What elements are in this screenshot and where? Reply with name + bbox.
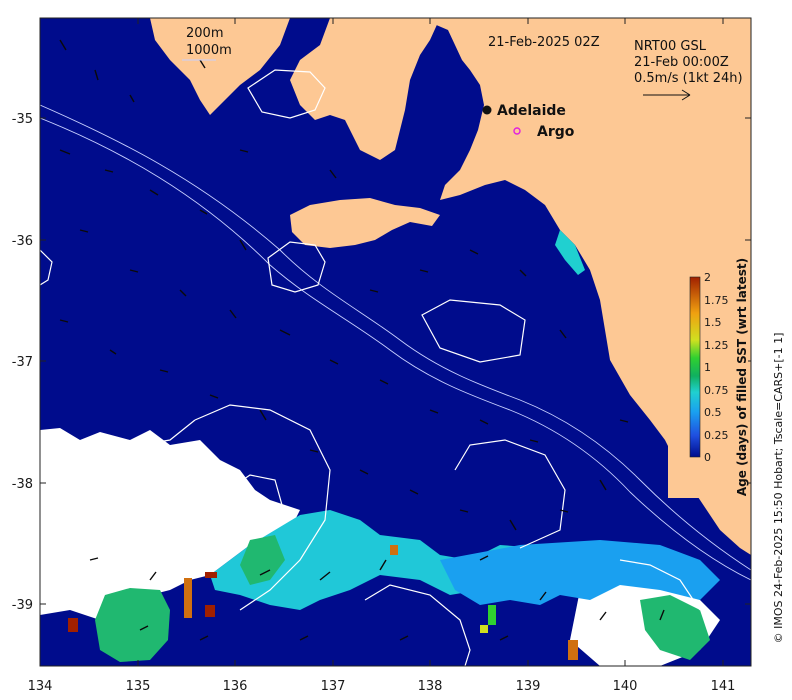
- y-tick-label: -35: [12, 112, 33, 127]
- colorbar-tick: 1.25: [704, 339, 729, 352]
- y-tick-label: -39: [12, 598, 33, 613]
- analysis-time: 21-Feb 00:00Z: [634, 55, 729, 70]
- colorbar-tick: 0: [704, 451, 711, 464]
- x-tick-label: 135: [126, 679, 151, 694]
- x-tick-label: 137: [321, 679, 346, 694]
- y-tick-label: -36: [12, 234, 33, 249]
- colorbar-tick: 1.75: [704, 294, 729, 307]
- x-tick-label: 140: [613, 679, 638, 694]
- sst-age-map-figure: Adelaide Argo 200m 1000m 21-Feb-2025 02Z…: [12, 17, 785, 694]
- colorbar-tick: 1: [704, 361, 711, 374]
- colorbar-gradient: [689, 276, 701, 458]
- credit-line: © IMOS 24-Feb-2025 15:50 Hobart; Tscale=…: [772, 333, 785, 644]
- scale-vector-label: 0.5m/s (1kt 24h): [634, 71, 743, 86]
- adelaide-marker: [482, 105, 492, 115]
- x-tick-label: 141: [711, 679, 736, 694]
- x-tick-label: 136: [223, 679, 248, 694]
- x-tick-label: 134: [28, 679, 53, 694]
- y-tick-label: -38: [12, 477, 33, 492]
- argo-label: Argo: [537, 124, 575, 140]
- colorbar: 0 0.25 0.5 0.75 1 1.25 1.5 1.75 2 Age (d…: [668, 258, 749, 498]
- product-label: NRT00 GSL: [634, 39, 707, 54]
- colorbar-tick: 0.5: [704, 406, 722, 419]
- colorbar-tick: 0.75: [704, 384, 729, 397]
- contour-label-1000m: 1000m: [186, 43, 232, 58]
- colorbar-tick: 0.25: [704, 429, 729, 442]
- x-tick-label: 138: [418, 679, 443, 694]
- map-panel: Adelaide Argo 200m 1000m 21-Feb-2025 02Z…: [40, 18, 751, 666]
- x-tick-label: 139: [516, 679, 541, 694]
- colorbar-tick: 1.5: [704, 316, 722, 329]
- y-tick-label: -37: [12, 355, 33, 370]
- colorbar-title: Age (days) of filled SST (wrt latest): [735, 258, 749, 496]
- date-stamp: 21-Feb-2025 02Z: [488, 35, 600, 50]
- colorbar-tick: 2: [704, 271, 711, 284]
- contour-label-200m: 200m: [186, 26, 223, 41]
- adelaide-label: Adelaide: [497, 103, 566, 119]
